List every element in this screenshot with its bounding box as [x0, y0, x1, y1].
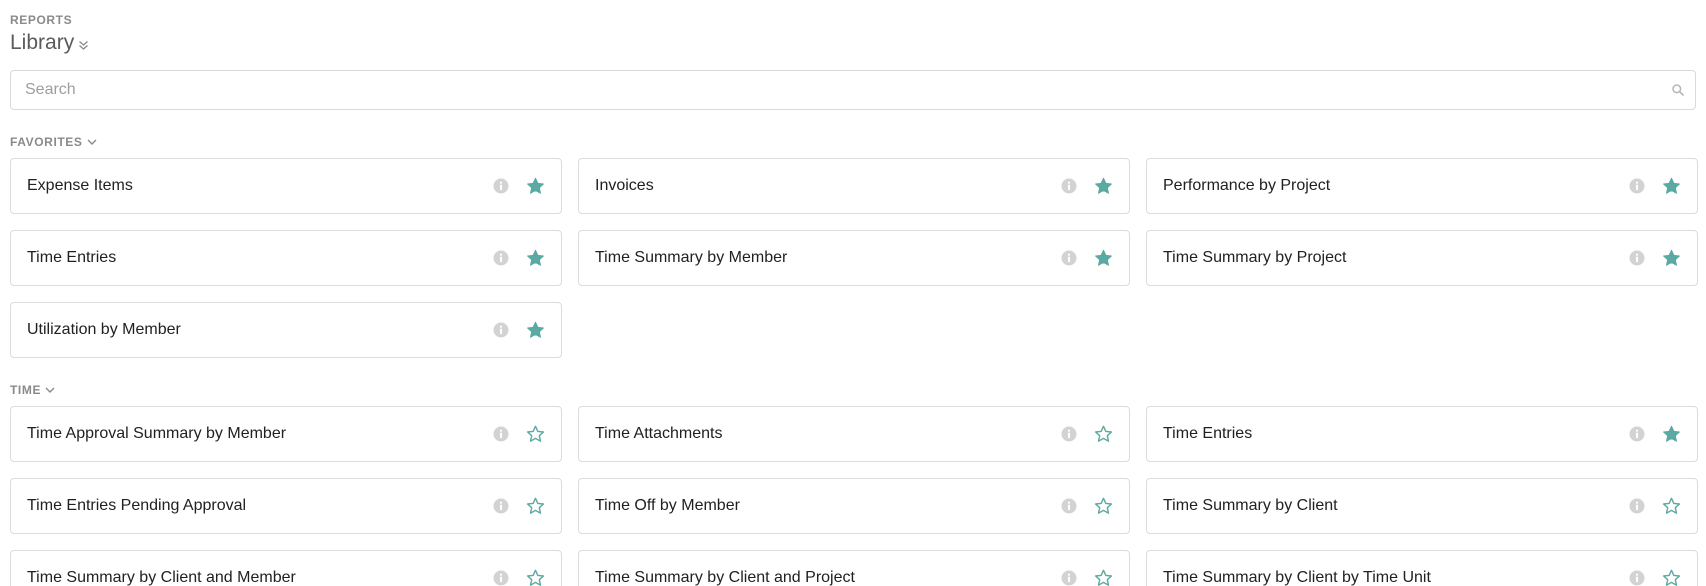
report-card[interactable]: Time Entries Pending Approval — [10, 478, 562, 534]
report-card[interactable]: Expense Items — [10, 158, 562, 214]
double-chevron-down-icon — [78, 39, 89, 51]
report-card[interactable]: Time Summary by Project — [1146, 230, 1698, 286]
star-outline-icon[interactable] — [526, 569, 545, 586]
report-card-label: Performance by Project — [1163, 177, 1331, 194]
info-icon[interactable] — [1629, 498, 1645, 514]
report-card[interactable]: Time Summary by Client — [1146, 478, 1698, 534]
star-outline-icon[interactable] — [1094, 569, 1113, 586]
report-card-label: Time Attachments — [595, 425, 723, 442]
star-outline-icon[interactable] — [1662, 497, 1681, 516]
star-filled-icon[interactable] — [526, 321, 545, 340]
info-icon[interactable] — [493, 426, 509, 442]
info-icon[interactable] — [493, 178, 509, 194]
report-card-label: Time Entries Pending Approval — [27, 497, 247, 514]
info-icon[interactable] — [1629, 570, 1645, 586]
info-icon[interactable] — [493, 570, 509, 586]
report-card[interactable]: Time Attachments — [578, 406, 1130, 462]
report-card-label: Time Approval Summary by Member — [27, 425, 287, 442]
report-card[interactable]: Utilization by Member — [10, 302, 562, 358]
report-card[interactable]: Invoices — [578, 158, 1130, 214]
report-card-label: Time Summary by Client by Time Unit — [1163, 569, 1431, 586]
report-card[interactable]: Time Summary by Member — [578, 230, 1130, 286]
star-filled-icon[interactable] — [1662, 177, 1681, 196]
search-input[interactable] — [11, 71, 1695, 109]
report-card[interactable]: Time Off by Member — [578, 478, 1130, 534]
report-card-label: Time Summary by Client and Member — [27, 569, 296, 586]
star-filled-icon[interactable] — [1662, 249, 1681, 268]
search-icon[interactable] — [1671, 83, 1685, 97]
info-icon[interactable] — [1061, 426, 1077, 442]
report-card-label: Utilization by Member — [27, 321, 181, 338]
report-card[interactable]: Performance by Project — [1146, 158, 1698, 214]
star-outline-icon[interactable] — [1094, 497, 1113, 516]
info-icon[interactable] — [493, 322, 509, 338]
report-card[interactable]: Time Summary by Client and Member — [10, 550, 562, 586]
report-card-label: Time Off by Member — [595, 497, 740, 514]
star-outline-icon[interactable] — [526, 425, 545, 444]
star-filled-icon[interactable] — [526, 249, 545, 268]
report-card-label: Time Summary by Project — [1163, 249, 1347, 266]
report-card-label: Time Summary by Client — [1163, 497, 1338, 514]
info-icon[interactable] — [1061, 498, 1077, 514]
star-filled-icon[interactable] — [1662, 425, 1681, 444]
report-card[interactable]: Time Entries — [10, 230, 562, 286]
time-heading: TIME — [10, 383, 42, 397]
page-header: REPORTS Library — [10, 0, 1696, 56]
chevron-down-icon — [45, 386, 55, 394]
info-icon[interactable] — [493, 250, 509, 266]
report-card-label: Time Entries — [1163, 425, 1253, 442]
report-card[interactable]: Time Summary by Client and Project — [578, 550, 1130, 586]
info-icon[interactable] — [493, 498, 509, 514]
info-icon[interactable] — [1061, 570, 1077, 586]
star-outline-icon[interactable] — [1662, 569, 1681, 586]
report-card[interactable]: Time Summary by Client by Time Unit — [1146, 550, 1698, 586]
report-card[interactable]: Time Approval Summary by Member — [10, 406, 562, 462]
favorites-section-toggle[interactable]: FAVORITES — [10, 135, 97, 149]
report-card-label: Time Summary by Member — [595, 249, 788, 266]
info-icon[interactable] — [1061, 250, 1077, 266]
report-card-label: Expense Items — [27, 177, 133, 194]
info-icon[interactable] — [1629, 250, 1645, 266]
time-section-toggle[interactable]: TIME — [10, 383, 55, 397]
info-icon[interactable] — [1061, 178, 1077, 194]
star-filled-icon[interactable] — [1094, 249, 1113, 268]
star-outline-icon[interactable] — [1094, 425, 1113, 444]
page-overline: REPORTS — [10, 13, 73, 27]
favorites-heading: FAVORITES — [10, 135, 83, 149]
report-card[interactable]: Time Entries — [1146, 406, 1698, 462]
favorites-grid: Expense Items Invoices Performance by Proj… — [10, 158, 1698, 358]
star-filled-icon[interactable] — [1094, 177, 1113, 196]
chevron-down-icon — [87, 138, 97, 146]
report-card-label: Invoices — [595, 177, 654, 194]
library-view-selector[interactable]: Library — [10, 30, 89, 56]
search-box — [10, 70, 1696, 110]
page-title: Library — [10, 31, 75, 54]
time-grid: Time Approval Summary by Member Time Atta… — [10, 406, 1698, 586]
reports-library-page: REPORTS Library FAVORITES Expense Items I… — [0, 0, 1706, 586]
star-filled-icon[interactable] — [526, 177, 545, 196]
report-card-label: Time Summary by Client and Project — [595, 569, 855, 586]
report-card-label: Time Entries — [27, 249, 117, 266]
info-icon[interactable] — [1629, 178, 1645, 194]
star-outline-icon[interactable] — [526, 497, 545, 516]
info-icon[interactable] — [1629, 426, 1645, 442]
